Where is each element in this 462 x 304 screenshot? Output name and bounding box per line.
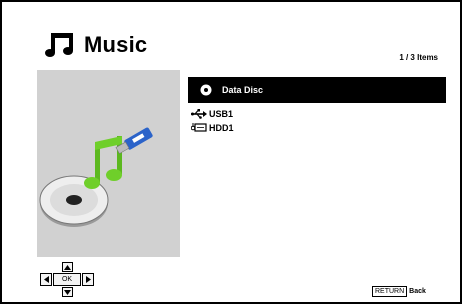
page-title: Music (84, 32, 148, 57)
disc-icon (198, 84, 214, 96)
item-count: 1 / 3 Items (399, 53, 438, 62)
preview-panel (37, 70, 180, 257)
arrow-right-icon (85, 276, 91, 283)
return-hint: RETURN Back (372, 286, 426, 297)
right-arrow-key[interactable] (82, 273, 94, 286)
return-label: Back (409, 288, 426, 295)
music-illustration (39, 127, 153, 227)
ok-key-label: OK (61, 276, 73, 283)
navigation-pad: OK (40, 262, 102, 304)
arrow-down-icon (64, 289, 71, 295)
left-arrow-key[interactable] (40, 273, 52, 286)
music-browser-window: Music 1 / 3 Items Data Disc USB1 HDD1 OK… (0, 0, 462, 304)
list-item-hdd1[interactable]: HDD1 (188, 121, 446, 135)
usb-icon (191, 108, 207, 120)
list-item-label: USB1 (209, 109, 234, 119)
hdd-icon (191, 122, 207, 134)
source-list: Data Disc USB1 HDD1 (188, 77, 446, 135)
return-button[interactable]: RETURN (372, 286, 408, 297)
arrow-left-icon (43, 276, 49, 283)
music-note-icon (45, 33, 73, 57)
arrow-up-icon (64, 264, 71, 270)
list-item-data-disc[interactable]: Data Disc (188, 77, 446, 103)
list-item-label: HDD1 (209, 123, 234, 133)
ok-key[interactable]: OK (53, 273, 81, 286)
down-arrow-key[interactable] (62, 287, 73, 297)
up-arrow-key[interactable] (62, 262, 73, 272)
list-item-usb1[interactable]: USB1 (188, 107, 446, 121)
list-item-label: Data Disc (222, 85, 264, 95)
